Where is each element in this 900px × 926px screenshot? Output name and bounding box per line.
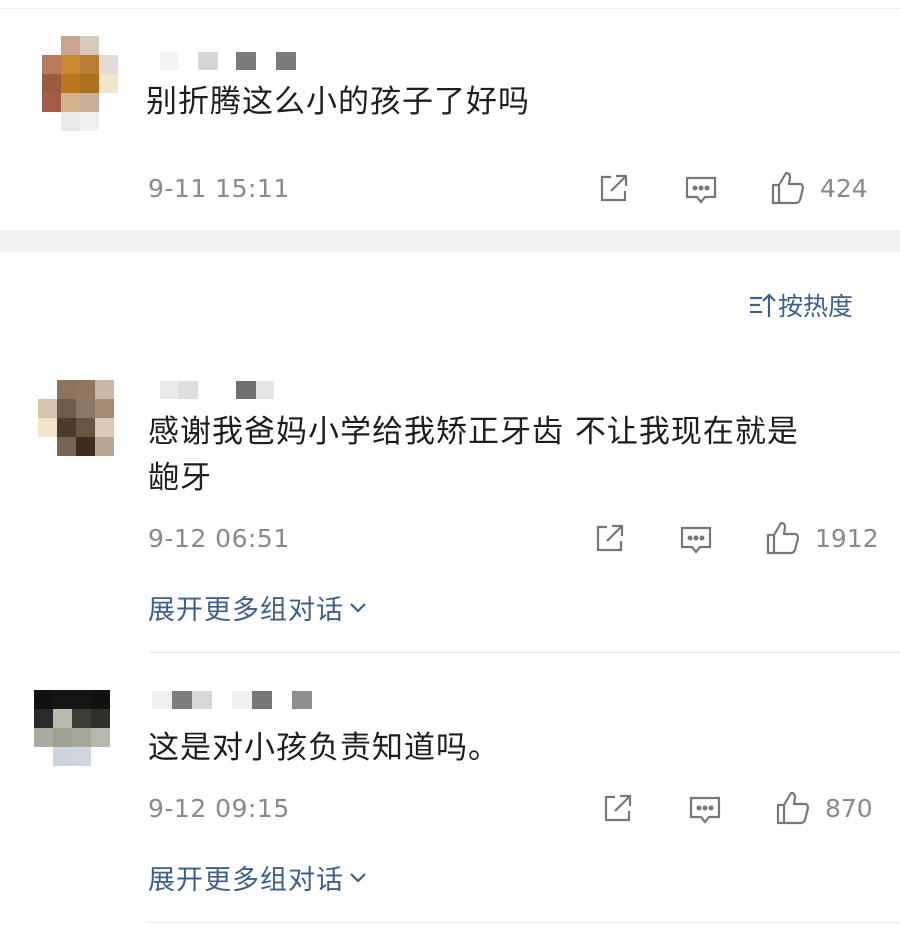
comment-divider <box>148 922 900 923</box>
like-icon[interactable] <box>765 520 801 556</box>
sort-icon <box>750 293 776 317</box>
timestamp: 9-12 06:51 <box>148 524 290 553</box>
comment-divider <box>148 652 900 653</box>
chevron-down-icon <box>350 872 366 883</box>
sort-by-hot-button[interactable]: 按热度 <box>748 287 853 323</box>
like-count: 870 <box>825 794 873 823</box>
reply-icon[interactable] <box>679 524 713 556</box>
share-icon[interactable] <box>592 522 626 556</box>
username[interactable] <box>152 691 312 709</box>
like-icon[interactable] <box>770 170 806 206</box>
like-count: 1912 <box>815 524 879 553</box>
avatar[interactable] <box>38 380 114 456</box>
reply-icon[interactable] <box>688 794 722 826</box>
comment-text: 感谢我爸妈小学给我矫正牙齿 不让我现在就是 龅牙 <box>148 410 868 500</box>
avatar[interactable] <box>42 36 118 131</box>
share-icon[interactable] <box>596 172 630 206</box>
section-separator <box>0 230 900 252</box>
chevron-down-icon <box>350 602 366 613</box>
timestamp: 9-12 09:15 <box>148 794 290 823</box>
sort-label: 按热度 <box>778 292 854 321</box>
comment-text-line: 龅牙 <box>148 460 212 496</box>
timestamp: 9-11 15:11 <box>148 174 290 203</box>
comment-text-line: 感谢我爸妈小学给我矫正牙齿 不让我现在就是 <box>148 414 799 450</box>
expand-label: 展开更多组对话 <box>148 865 344 896</box>
comment-text: 这是对小孩负责知道吗。 <box>148 730 500 766</box>
expand-conversation-link[interactable]: 展开更多组对话 <box>148 588 368 627</box>
top-divider <box>0 8 900 9</box>
username[interactable] <box>160 381 274 399</box>
expand-label: 展开更多组对话 <box>148 595 344 626</box>
share-icon[interactable] <box>600 792 634 826</box>
avatar[interactable] <box>34 690 110 766</box>
like-count: 424 <box>820 174 868 203</box>
reply-icon[interactable] <box>684 174 718 206</box>
like-icon[interactable] <box>775 790 811 826</box>
comment-text: 别折腾这么小的孩子了好吗 <box>146 84 530 120</box>
username[interactable] <box>160 52 296 70</box>
expand-conversation-link[interactable]: 展开更多组对话 <box>148 858 368 897</box>
